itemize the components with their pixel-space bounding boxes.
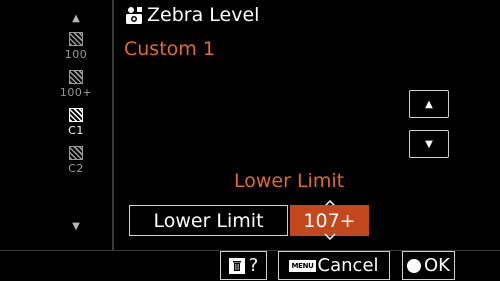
parameter-label-box[interactable]: Lower Limit (129, 205, 288, 236)
rail-item-label: 100 (64, 48, 88, 61)
cancel-button[interactable]: MENU Cancel (278, 251, 390, 280)
help-label: ? (248, 255, 259, 276)
decrease-button[interactable]: ▼ (409, 130, 449, 158)
ok-button[interactable]: OK (402, 251, 455, 280)
rail-item-label: 100+ (59, 86, 93, 99)
page-title: Zebra Level (147, 4, 260, 26)
center-button-icon (407, 258, 421, 273)
increase-button[interactable]: ▲ (409, 90, 449, 118)
zebra-pattern-icon (69, 108, 83, 122)
rail-item-label: C1 (68, 124, 84, 137)
cancel-label: Cancel (317, 255, 379, 276)
ok-label: OK (424, 255, 450, 276)
rail-item-100-plus[interactable]: 100+ (56, 70, 96, 99)
camera-settings-icon (126, 7, 142, 24)
rail-up-arrow-icon[interactable]: ▲ (70, 14, 82, 24)
rail-item-c2[interactable]: C2 (56, 146, 96, 175)
rail-item-c1[interactable]: C1 (56, 108, 96, 137)
lower-limit-value-field[interactable]: 107+ (290, 205, 369, 236)
rail-down-arrow-icon[interactable]: ▼ (70, 222, 82, 232)
parameter-heading: Lower Limit (234, 170, 345, 192)
menu-key-icon: MENU (289, 259, 316, 272)
trash-icon (228, 257, 245, 274)
delete-help-button[interactable]: ? (220, 251, 267, 280)
zebra-pattern-icon (69, 32, 83, 46)
rail-item-label: C2 (68, 162, 84, 175)
page-subtitle: Custom 1 (124, 38, 215, 60)
zebra-level-screen: ▲ 100 100+ C1 C2 ▼ Zebra Level Custom 1 … (0, 0, 500, 281)
zebra-pattern-icon (69, 70, 83, 84)
page-header: Zebra Level (124, 4, 259, 26)
zebra-pattern-icon (69, 146, 83, 160)
rail-divider (112, 0, 114, 250)
rail-item-100[interactable]: 100 (56, 32, 96, 61)
chevron-down-icon (324, 233, 336, 241)
